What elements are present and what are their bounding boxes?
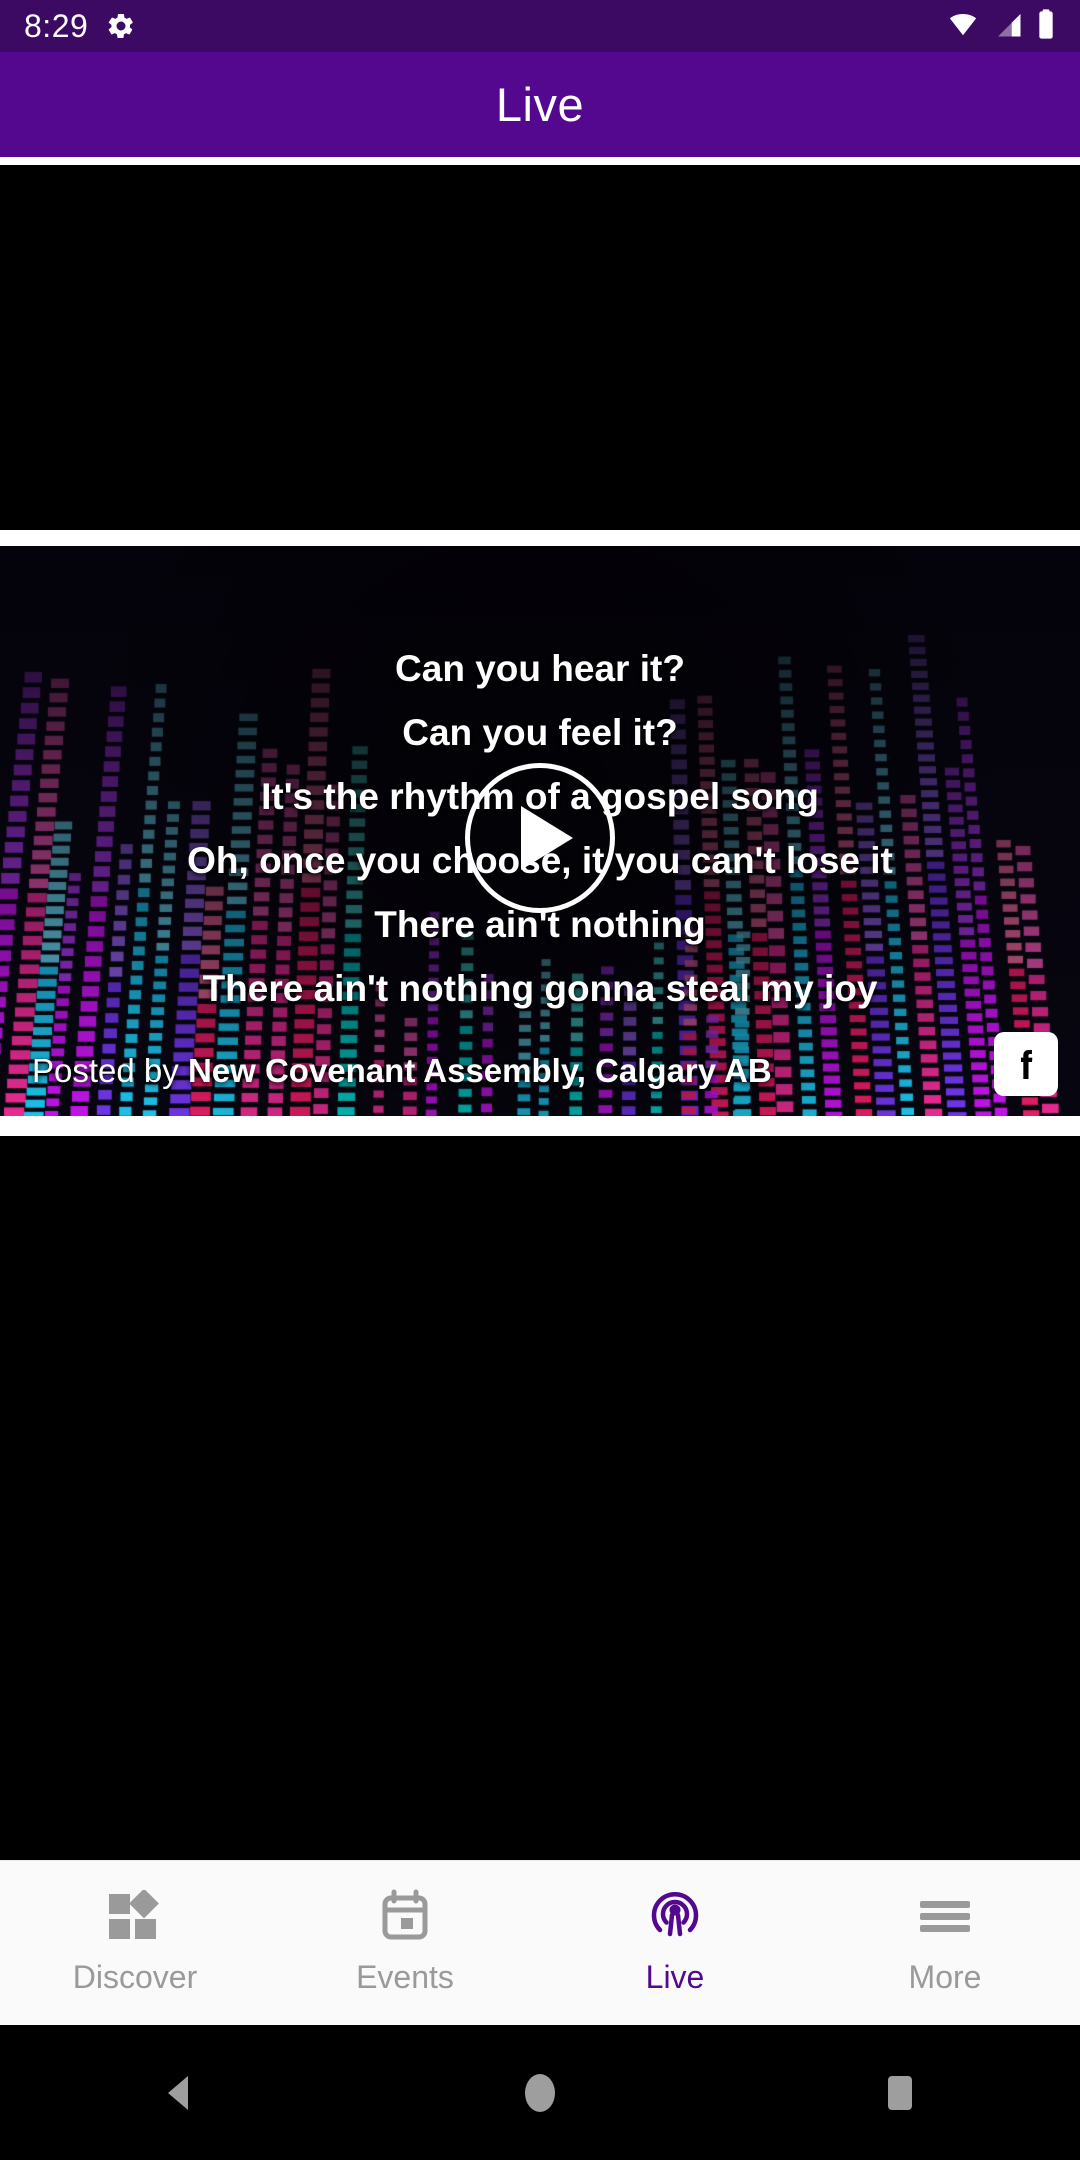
- phone-screen: 8:29 Live Can you hear it? Can you feel …: [0, 0, 1080, 2160]
- gear-icon: [106, 11, 136, 41]
- nav-item-events[interactable]: Events: [270, 1861, 540, 1996]
- card-divider-top: [0, 530, 1080, 546]
- status-bar: 8:29: [0, 0, 1080, 52]
- nav-label-more: More: [908, 1959, 982, 1995]
- play-triangle: [521, 806, 573, 870]
- nav-label-discover: Discover: [72, 1959, 198, 1995]
- posted-by-caption: Posted by New Covenant Assembly, Calgary…: [32, 1052, 772, 1090]
- posted-by-name: New Covenant Assembly, Calgary AB: [187, 1052, 772, 1089]
- recents-square-icon[interactable]: [720, 2068, 1080, 2118]
- nav-item-discover[interactable]: Discover: [0, 1861, 270, 1996]
- page-title: Live: [495, 78, 585, 131]
- broadcast-icon: [647, 1887, 703, 1945]
- video-post-card[interactable]: Can you hear it? Can you feel it? It's t…: [0, 546, 1080, 1116]
- nav-item-more[interactable]: More: [810, 1861, 1080, 1996]
- card-divider-bottom: [0, 1116, 1080, 1136]
- nav-item-live[interactable]: Live: [540, 1861, 810, 1996]
- calendar-icon: [379, 1887, 431, 1945]
- back-triangle-icon[interactable]: [0, 2070, 360, 2116]
- nav-label-live: Live: [645, 1959, 705, 1995]
- wifi-icon: [946, 9, 980, 44]
- status-bar-left: 8:29: [24, 8, 136, 45]
- app-bar: Live: [0, 52, 1080, 157]
- battery-icon: [1036, 8, 1056, 45]
- live-feed-list[interactable]: Can you hear it? Can you feel it? It's t…: [0, 157, 1080, 1860]
- feed-item-placeholder-bottom: [0, 1136, 1080, 1486]
- signal-icon: [992, 9, 1024, 44]
- posted-by-prefix: Posted by: [32, 1052, 179, 1089]
- android-system-nav: [0, 2025, 1080, 2160]
- status-bar-right: [946, 8, 1056, 45]
- status-time: 8:29: [24, 7, 89, 44]
- menu-icon: [917, 1887, 973, 1945]
- home-circle-icon[interactable]: [360, 2069, 720, 2117]
- feed-item-placeholder-top: [0, 165, 1080, 530]
- feed-top-spacer: [0, 157, 1080, 165]
- dashboard-icon: [107, 1887, 163, 1945]
- facebook-icon[interactable]: [994, 1032, 1058, 1096]
- play-icon[interactable]: [465, 763, 615, 913]
- bottom-navigation: Discover Events Live More: [0, 1860, 1080, 2025]
- nav-label-events: Events: [356, 1959, 454, 1995]
